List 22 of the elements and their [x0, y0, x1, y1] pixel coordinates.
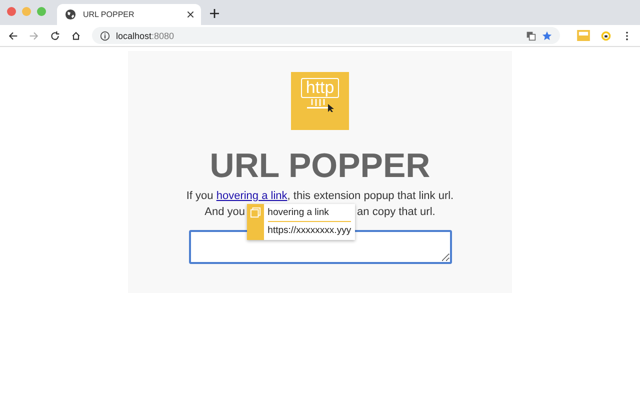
info-icon	[100, 30, 110, 40]
translate-icon[interactable]	[526, 30, 536, 40]
popup-text: hovering a link	[268, 204, 352, 222]
back-icon[interactable]	[8, 30, 18, 40]
star-icon[interactable]	[542, 30, 552, 40]
description-text: If you hovering a link, this extension popup that link url.	[186, 189, 454, 204]
url-text: localhost:8080	[116, 30, 174, 40]
link[interactable]: hovering a link	[216, 190, 288, 202]
reload-icon[interactable]	[50, 30, 60, 40]
description-text: an copy that url.	[357, 205, 436, 220]
page-title: URL POPPER	[210, 146, 430, 186]
close-window-icon[interactable]	[7, 7, 16, 16]
logo: http	[291, 72, 349, 130]
tab-title: URL POPPER	[83, 10, 136, 19]
description-text: And you	[204, 205, 246, 220]
address-bar[interactable]: localhost:8080	[92, 27, 560, 44]
home-icon[interactable]	[71, 30, 81, 40]
profile-icon[interactable]	[601, 30, 611, 40]
globe-icon	[65, 9, 76, 20]
browser-tab[interactable]: URL POPPER	[57, 4, 201, 25]
close-icon[interactable]	[187, 11, 194, 18]
new-tab-icon[interactable]	[210, 9, 219, 18]
